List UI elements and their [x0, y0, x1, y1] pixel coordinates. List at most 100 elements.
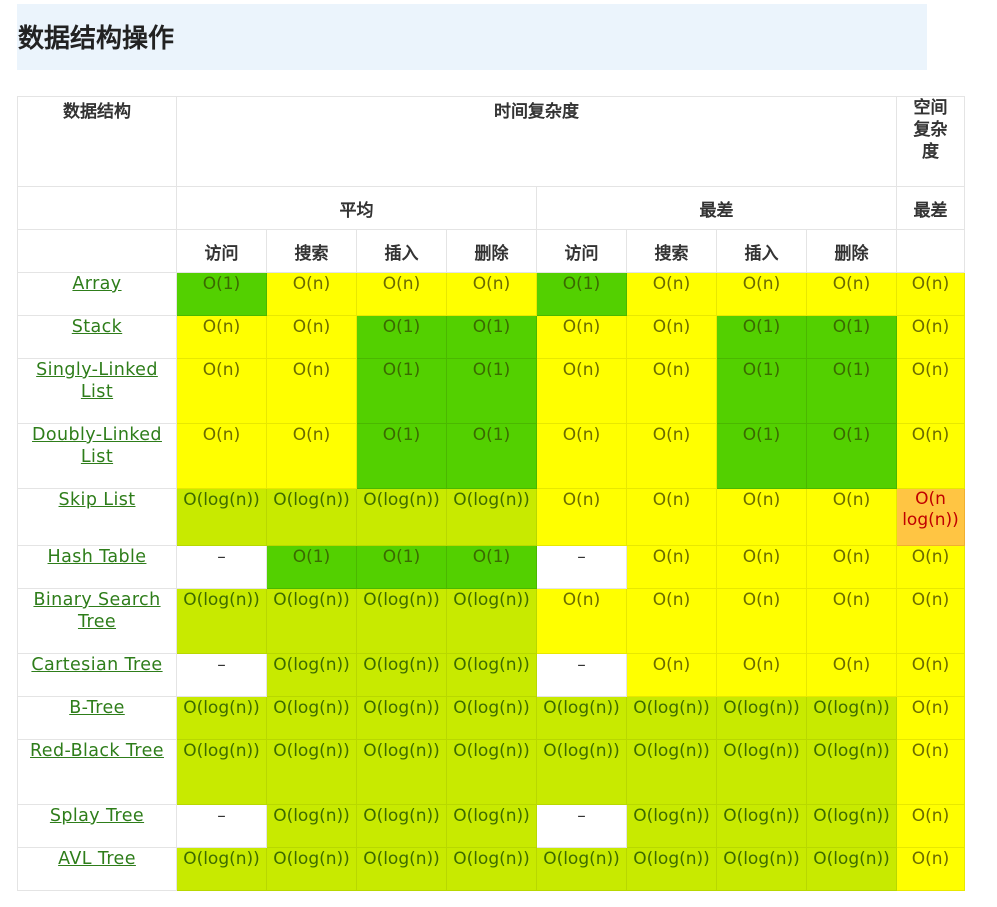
time-complexity-cell: O(1): [716, 358, 807, 424]
time-complexity-cell: –: [536, 545, 627, 589]
time-complexity-cell: O(n): [626, 588, 717, 654]
header-space-complexity: 空间 复杂 度: [896, 96, 965, 187]
time-complexity-cell: –: [176, 804, 267, 848]
header-op-access-avg: 访问: [176, 229, 267, 273]
time-complexity-cell: O(n): [176, 423, 267, 489]
time-complexity-cell: O(1): [356, 545, 447, 589]
space-complexity-cell: O(n): [896, 847, 965, 891]
data-structure-link[interactable]: Doubly-Linked List: [32, 425, 162, 467]
data-structure-link[interactable]: Stack: [72, 317, 122, 337]
section-title-bar: 数据结构操作: [17, 4, 927, 70]
time-complexity-cell: –: [176, 653, 267, 697]
time-complexity-cell: O(log(n)): [176, 847, 267, 891]
time-complexity-cell: –: [536, 653, 627, 697]
header-time-complexity: 时间复杂度: [176, 96, 897, 187]
data-structure-link[interactable]: Singly-Linked List: [36, 360, 158, 402]
space-complexity-cell: O(n): [896, 804, 965, 848]
header-op-search-avg: 搜索: [266, 229, 357, 273]
time-complexity-cell: O(log(n)): [806, 739, 897, 805]
time-complexity-cell: O(log(n)): [266, 804, 357, 848]
data-structure-link[interactable]: B-Tree: [69, 698, 125, 718]
table-row: Red-Black Tree O(log(n)) O(log(n)) O(log(n)…: [17, 739, 965, 805]
table-row: Singly-Linked List O(n) O(n) O(1) O(1) O(n) O(…: [17, 358, 965, 424]
time-complexity-cell: O(1): [806, 358, 897, 424]
time-complexity-cell: O(log(n)): [356, 488, 447, 546]
table-row: B-Tree O(log(n)) O(log(n)) O(log(n)) O(log(n…: [17, 696, 965, 740]
header-op-delete-worst: 删除: [806, 229, 897, 273]
data-structure-link[interactable]: Red-Black Tree: [30, 741, 164, 761]
data-structure-cell: Cartesian Tree: [17, 653, 177, 697]
header-data-structure: 数据结构: [17, 96, 177, 187]
data-structure-link[interactable]: Array: [72, 274, 121, 294]
header-empty: [17, 229, 177, 273]
time-complexity-cell: O(log(n)): [356, 653, 447, 697]
header-op-delete-avg: 删除: [446, 229, 537, 273]
time-complexity-cell: O(1): [356, 315, 447, 359]
time-complexity-cell: O(n): [626, 545, 717, 589]
time-complexity-cell: O(log(n)): [806, 847, 897, 891]
time-complexity-cell: O(log(n)): [626, 847, 717, 891]
time-complexity-cell: O(1): [716, 423, 807, 489]
time-complexity-cell: O(n): [626, 272, 717, 316]
time-complexity-cell: O(1): [446, 315, 537, 359]
data-structure-cell: Singly-Linked List: [17, 358, 177, 424]
space-complexity-cell: O(n): [896, 358, 965, 424]
time-complexity-cell: O(n): [176, 358, 267, 424]
time-complexity-cell: O(log(n)): [356, 588, 447, 654]
time-complexity-cell: O(log(n)): [446, 588, 537, 654]
time-complexity-cell: –: [536, 804, 627, 848]
header-op-insert-worst: 插入: [716, 229, 807, 273]
table-row: Stack O(n) O(n) O(1) O(1) O(n) O(n) O(1) O(1) O(n…: [17, 315, 965, 359]
time-complexity-cell: O(log(n)): [536, 696, 627, 740]
header-worst: 最差: [536, 186, 897, 230]
header-space-line: 度: [922, 142, 939, 162]
time-complexity-cell: O(n): [716, 545, 807, 589]
time-complexity-cell: O(log(n)): [446, 696, 537, 740]
time-complexity-cell: O(log(n)): [536, 847, 627, 891]
time-complexity-cell: O(1): [356, 358, 447, 424]
data-structure-cell: Red-Black Tree: [17, 739, 177, 805]
data-structure-cell: Stack: [17, 315, 177, 359]
time-complexity-cell: O(log(n)): [806, 804, 897, 848]
time-complexity-cell: O(n): [626, 653, 717, 697]
time-complexity-cell: O(n): [626, 358, 717, 424]
time-complexity-cell: O(n): [536, 315, 627, 359]
space-complexity-cell: O(n): [896, 423, 965, 489]
time-complexity-cell: O(n): [806, 653, 897, 697]
time-complexity-cell: O(1): [446, 358, 537, 424]
data-structure-link[interactable]: AVL Tree: [58, 849, 136, 869]
time-complexity-cell: O(1): [536, 272, 627, 316]
time-complexity-cell: O(1): [266, 545, 357, 589]
table-row: Binary Search Tree O(log(n)) O(log(n)) O(lo…: [17, 588, 965, 654]
time-complexity-cell: O(1): [446, 423, 537, 489]
time-complexity-cell: O(n): [536, 588, 627, 654]
time-complexity-cell: O(n): [716, 653, 807, 697]
data-structure-link[interactable]: Binary Search Tree: [33, 590, 160, 632]
header-empty: [896, 229, 965, 273]
data-structure-link[interactable]: Hash Table: [48, 547, 147, 567]
time-complexity-cell: O(log(n)): [266, 847, 357, 891]
time-complexity-cell: O(1): [446, 545, 537, 589]
time-complexity-cell: O(log(n)): [716, 696, 807, 740]
time-complexity-cell: O(1): [356, 423, 447, 489]
data-structure-link[interactable]: Splay Tree: [50, 806, 144, 826]
time-complexity-cell: O(n): [536, 423, 627, 489]
header-space-line: 空间: [913, 98, 948, 118]
header-op-search-worst: 搜索: [626, 229, 717, 273]
time-complexity-cell: O(log(n)): [626, 739, 717, 805]
time-complexity-cell: O(1): [806, 423, 897, 489]
data-structure-cell: B-Tree: [17, 696, 177, 740]
data-structure-cell: Binary Search Tree: [17, 588, 177, 654]
time-complexity-cell: O(n): [266, 358, 357, 424]
space-complexity-cell: O(n): [896, 588, 965, 654]
table-row: Skip List O(log(n)) O(log(n)) O(log(n)) O(lo…: [17, 488, 965, 546]
time-complexity-cell: O(log(n)): [266, 739, 357, 805]
data-structure-link[interactable]: Cartesian Tree: [31, 655, 162, 675]
time-complexity-cell: O(log(n)): [716, 847, 807, 891]
data-structure-link[interactable]: Skip List: [59, 490, 136, 510]
space-complexity-cell: O(n): [896, 315, 965, 359]
time-complexity-cell: O(log(n)): [446, 653, 537, 697]
time-complexity-cell: O(n): [716, 588, 807, 654]
time-complexity-cell: O(log(n)): [716, 739, 807, 805]
data-structure-cell: Skip List: [17, 488, 177, 546]
